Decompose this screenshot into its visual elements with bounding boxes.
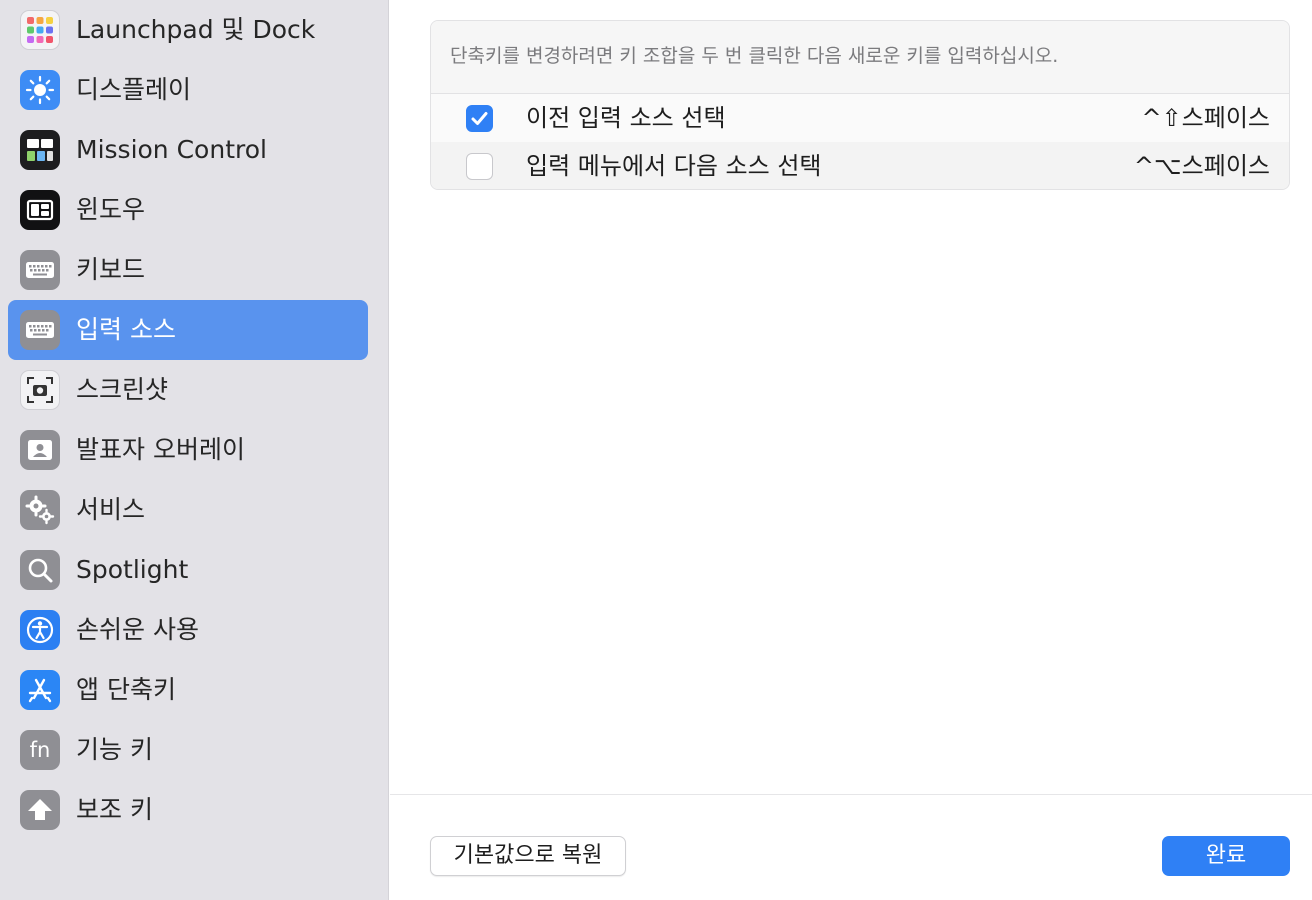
screenshot-camera-icon [20,370,60,410]
keyboard-icon [20,250,60,290]
checkmark-icon [471,112,488,125]
presenter-overlay-icon [20,430,60,470]
restore-defaults-button[interactable]: 기본값으로 복원 [430,836,626,876]
sidebar-item-label: 윈도우 [76,195,146,224]
display-brightness-icon [20,70,60,110]
sidebar-item-label: Mission Control [76,135,267,164]
input-sources-keyboard-icon [20,310,60,350]
modifier-key-icon [20,790,60,830]
shortcut-row[interactable]: 이전 입력 소스 선택 ^⇧스페이스 [431,94,1289,142]
sidebar-item-presenter-overlay[interactable]: 발표자 오버레이 [8,420,368,480]
mission-control-icon [20,130,60,170]
sidebar-item-display[interactable]: 디스플레이 [8,60,368,120]
sidebar-item-app-shortcuts[interactable]: 앱 단축키 [8,660,368,720]
panel-description: 단축키를 변경하려면 키 조합을 두 번 클릭한 다음 새로운 키를 입력하십시… [431,21,1289,94]
spotlight-magnifier-icon [20,550,60,590]
shortcut-label: 이전 입력 소스 선택 [526,104,726,132]
launchpad-icon [20,10,60,50]
sidebar-item-screenshot[interactable]: 스크린샷 [8,360,368,420]
sidebar-item-label: 보조 키 [76,795,153,824]
sidebar-item-label: 손쉬운 사용 [76,615,199,644]
sidebar-item-label: 서비스 [76,495,146,524]
sidebar-item-input-sources[interactable]: 입력 소스 [8,300,368,360]
sidebar-item-label: 발표자 오버레이 [76,435,245,464]
sidebar-item-label: 디스플레이 [76,75,192,104]
app-shortcuts-icon [20,670,60,710]
shortcut-row[interactable]: 입력 메뉴에서 다음 소스 선택 ^⌥스페이스 [431,142,1289,189]
shortcut-label: 입력 메뉴에서 다음 소스 선택 [526,152,822,180]
sidebar-item-label: 스크린샷 [76,375,169,404]
fn-key-icon: fn [20,730,60,770]
sidebar-item-window[interactable]: 윈도우 [8,180,368,240]
window-icon [20,190,60,230]
sidebar: Launchpad 및 Dock 디스플레이 Mission Control 윈… [0,0,389,900]
shortcut-checkbox[interactable] [466,105,493,132]
sidebar-item-label: Launchpad 및 Dock [76,15,316,44]
sidebar-item-label: 입력 소스 [76,315,176,344]
footer-divider [390,794,1312,795]
sidebar-item-accessibility[interactable]: 손쉬운 사용 [8,600,368,660]
shortcut-checkbox[interactable] [466,153,493,180]
sidebar-item-launchpad-dock[interactable]: Launchpad 및 Dock [8,0,368,60]
shortcuts-panel: 단축키를 변경하려면 키 조합을 두 번 클릭한 다음 새로운 키를 입력하십시… [430,20,1290,190]
sidebar-item-keyboard[interactable]: 키보드 [8,240,368,300]
done-button[interactable]: 완료 [1162,836,1290,876]
main-content: 단축키를 변경하려면 키 조합을 두 번 클릭한 다음 새로운 키를 입력하십시… [390,0,1312,900]
sidebar-item-spotlight[interactable]: Spotlight [8,540,368,600]
sidebar-item-mission-control[interactable]: Mission Control [8,120,368,180]
sidebar-item-label: Spotlight [76,555,189,584]
services-gears-icon [20,490,60,530]
shortcut-keys[interactable]: ^⌥스페이스 [1134,142,1270,189]
sidebar-item-label: 기능 키 [76,735,153,764]
sidebar-item-label: 키보드 [76,255,146,284]
sidebar-item-label: 앱 단축키 [76,675,176,704]
sidebar-item-function-keys[interactable]: fn 기능 키 [8,720,368,780]
accessibility-icon [20,610,60,650]
shortcut-keys[interactable]: ^⇧스페이스 [1141,94,1270,142]
sidebar-item-services[interactable]: 서비스 [8,480,368,540]
sidebar-item-modifier-keys[interactable]: 보조 키 [8,780,368,840]
